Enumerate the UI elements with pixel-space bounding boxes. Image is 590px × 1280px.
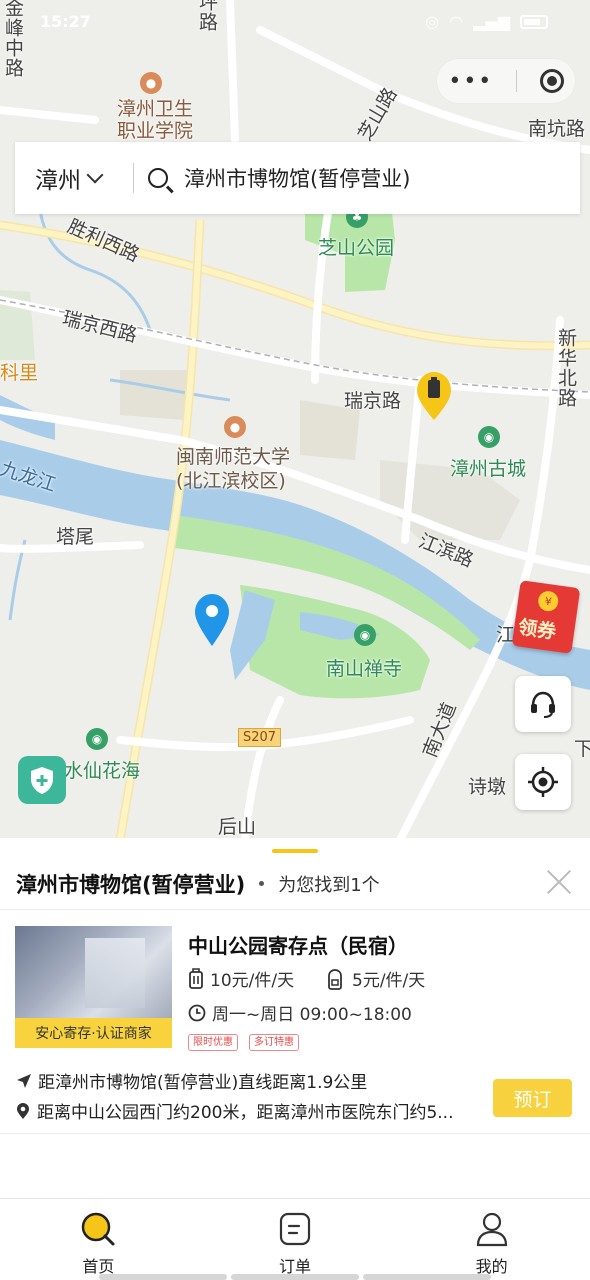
result-count: 为您找到1个 (278, 874, 380, 896)
suitcase-icon (189, 967, 203, 989)
status-bar: 15:27 ◎ ◠ ▂▄▆ (0, 0, 590, 44)
temple-icon: ◉ (354, 624, 376, 646)
indicator-segment (99, 1274, 227, 1280)
city-name: 漳州 (35, 168, 81, 194)
tab-bar: 首页 订单 我的 (0, 1198, 590, 1280)
map-label-keli: 科里 (0, 362, 39, 384)
shield-plus-icon (31, 767, 53, 794)
search-input[interactable]: 漳州市博物馆(暂停营业) (134, 163, 580, 193)
distance-text: 距漳州市博物馆(暂停营业)直线距离1.9公里 (38, 1073, 368, 1093)
miniapp-close-icon[interactable] (539, 69, 564, 93)
luggage-price-text: 10元/件/天 (210, 971, 295, 991)
tab-orders[interactable]: 订单 (197, 1199, 394, 1280)
university-icon: ● (224, 416, 246, 438)
map-label-tawei: 塔尾 (56, 526, 95, 548)
store-card[interactable]: 安心寄存·认证商家 中山公园寄存点（民宿） 10元/件/天 5元/件/天 周一~… (0, 912, 590, 1134)
map-label-zhangzhou-ancient: 漳州古城 (450, 458, 527, 480)
home-indicator (0, 1274, 590, 1280)
home-search-icon (82, 1212, 115, 1246)
map-label-ruijing-road: 瑞京路 (344, 390, 402, 412)
city-selector[interactable]: 漳州 (15, 161, 133, 195)
more-dots-icon[interactable]: ••• (448, 69, 493, 94)
promo-tag: 限时优惠 (188, 1034, 238, 1051)
luggage-storage-marker-icon[interactable] (417, 372, 451, 420)
map-label-zhishan-park: 芝山公园 (318, 237, 395, 259)
status-icons: ◎ ◠ ▂▄▆ (425, 12, 548, 31)
scenic-icon: ◉ (478, 426, 500, 448)
map-label-xinhua-north: 新华北路 (555, 328, 577, 408)
nfc-icon: ◎ (425, 12, 440, 31)
results-sheet: 漳州市博物馆(暂停营业) 为您找到1个 安心寄存·认证商家 中山公园寄存点（民宿… (0, 838, 590, 1200)
insurance-button[interactable] (18, 756, 66, 804)
locate-me-button[interactable] (515, 754, 571, 810)
chevron-down-icon (86, 166, 104, 184)
map-label-shidun: 诗墩 (468, 776, 507, 798)
address-row: 距离中山公园西门约200米，距离漳州市医院东门约5... (16, 1098, 453, 1123)
wifi-icon: ◠ (449, 12, 464, 31)
miniapp-capsule: ••• (436, 58, 576, 104)
bag-price-text: 5元/件/天 (352, 971, 426, 991)
store-photo: 安心寄存·认证商家 (15, 926, 172, 1048)
opening-hours-text: 周一~周日 09:00~18:00 (212, 1005, 412, 1025)
flower-sea-icon: ◉ (86, 728, 108, 750)
indicator-segment (231, 1274, 359, 1280)
navigation-arrow-icon (17, 1073, 31, 1088)
map-view[interactable]: 金峰中路 坪路 ● 漳州卫生职业学院 南坑路 芝山路 ♣ 芝山公园 胜利西路 瑞… (0, 0, 590, 840)
address-text: 距离中山公园西门约200米，距离漳州市医院东门约5... (37, 1103, 454, 1123)
tab-profile[interactable]: 我的 (393, 1199, 590, 1280)
map-label-houshan: 后山 (218, 816, 257, 838)
battery-icon (520, 14, 548, 29)
map-marker-icon (17, 1102, 29, 1119)
luggage-price: 10元/件/天 (188, 966, 294, 991)
close-icon[interactable] (546, 868, 572, 894)
store-name: 中山公园寄存点（民宿） (188, 934, 408, 958)
map-label-health-college: 漳州卫生职业学院 (116, 98, 193, 142)
distance-row: 距漳州市博物馆(暂停营业)直线距离1.9公里 (16, 1068, 367, 1093)
search-bar: 漳州 漳州市博物馆(暂停营业) (15, 142, 580, 214)
coupon-button[interactable]: ¥ 领券 (511, 580, 581, 654)
map-label-nankeng-road: 南坑路 (528, 118, 586, 140)
promo-tag: 多订特惠 (249, 1034, 299, 1051)
headset-icon (531, 691, 555, 718)
coin-icon: ¥ (536, 589, 560, 613)
map-label-shuixian-flower: 水仙花海 (64, 760, 141, 782)
capsule-divider (515, 70, 517, 92)
indicator-segment (363, 1274, 491, 1280)
tab-home[interactable]: 首页 (0, 1199, 197, 1280)
school-icon: ● (140, 72, 162, 94)
location-pin-icon[interactable] (195, 594, 229, 646)
locate-icon (528, 767, 558, 797)
separator-dot (259, 881, 265, 886)
customer-service-button[interactable] (515, 676, 571, 732)
photo-window (85, 938, 145, 1008)
book-button[interactable]: 预订 (493, 1079, 572, 1117)
backpack-icon (328, 968, 342, 990)
map-label-xia: 下 (574, 738, 590, 760)
orders-icon (279, 1212, 311, 1246)
status-time: 15:27 (40, 12, 91, 31)
sheet-handle[interactable] (272, 849, 318, 853)
sheet-header: 漳州市博物馆(暂停营业) 为您找到1个 (0, 858, 590, 910)
coupon-label: 领券 (516, 616, 558, 644)
map-label-s207: S207 (238, 728, 282, 747)
certified-badge: 安心寄存·认证商家 (15, 1018, 172, 1048)
opening-hours: 周一~周日 09:00~18:00 (188, 1000, 412, 1025)
sheet-title: 漳州市博物馆(暂停营业) (16, 872, 246, 897)
profile-icon (476, 1212, 507, 1247)
search-query: 漳州市博物馆(暂停营业) (184, 167, 411, 191)
signal-icon: ▂▄▆ (473, 12, 510, 31)
search-icon (148, 168, 168, 188)
bag-price: 5元/件/天 (326, 966, 425, 991)
map-label-minnan-univ: 闽南师范大学 (176, 446, 291, 468)
map-label-nanshan-temple: 南山禅寺 (326, 658, 403, 680)
map-base (0, 0, 590, 840)
map-label-beijiang-campus: (北江滨校区) (176, 470, 286, 492)
clock-icon (188, 1004, 206, 1021)
